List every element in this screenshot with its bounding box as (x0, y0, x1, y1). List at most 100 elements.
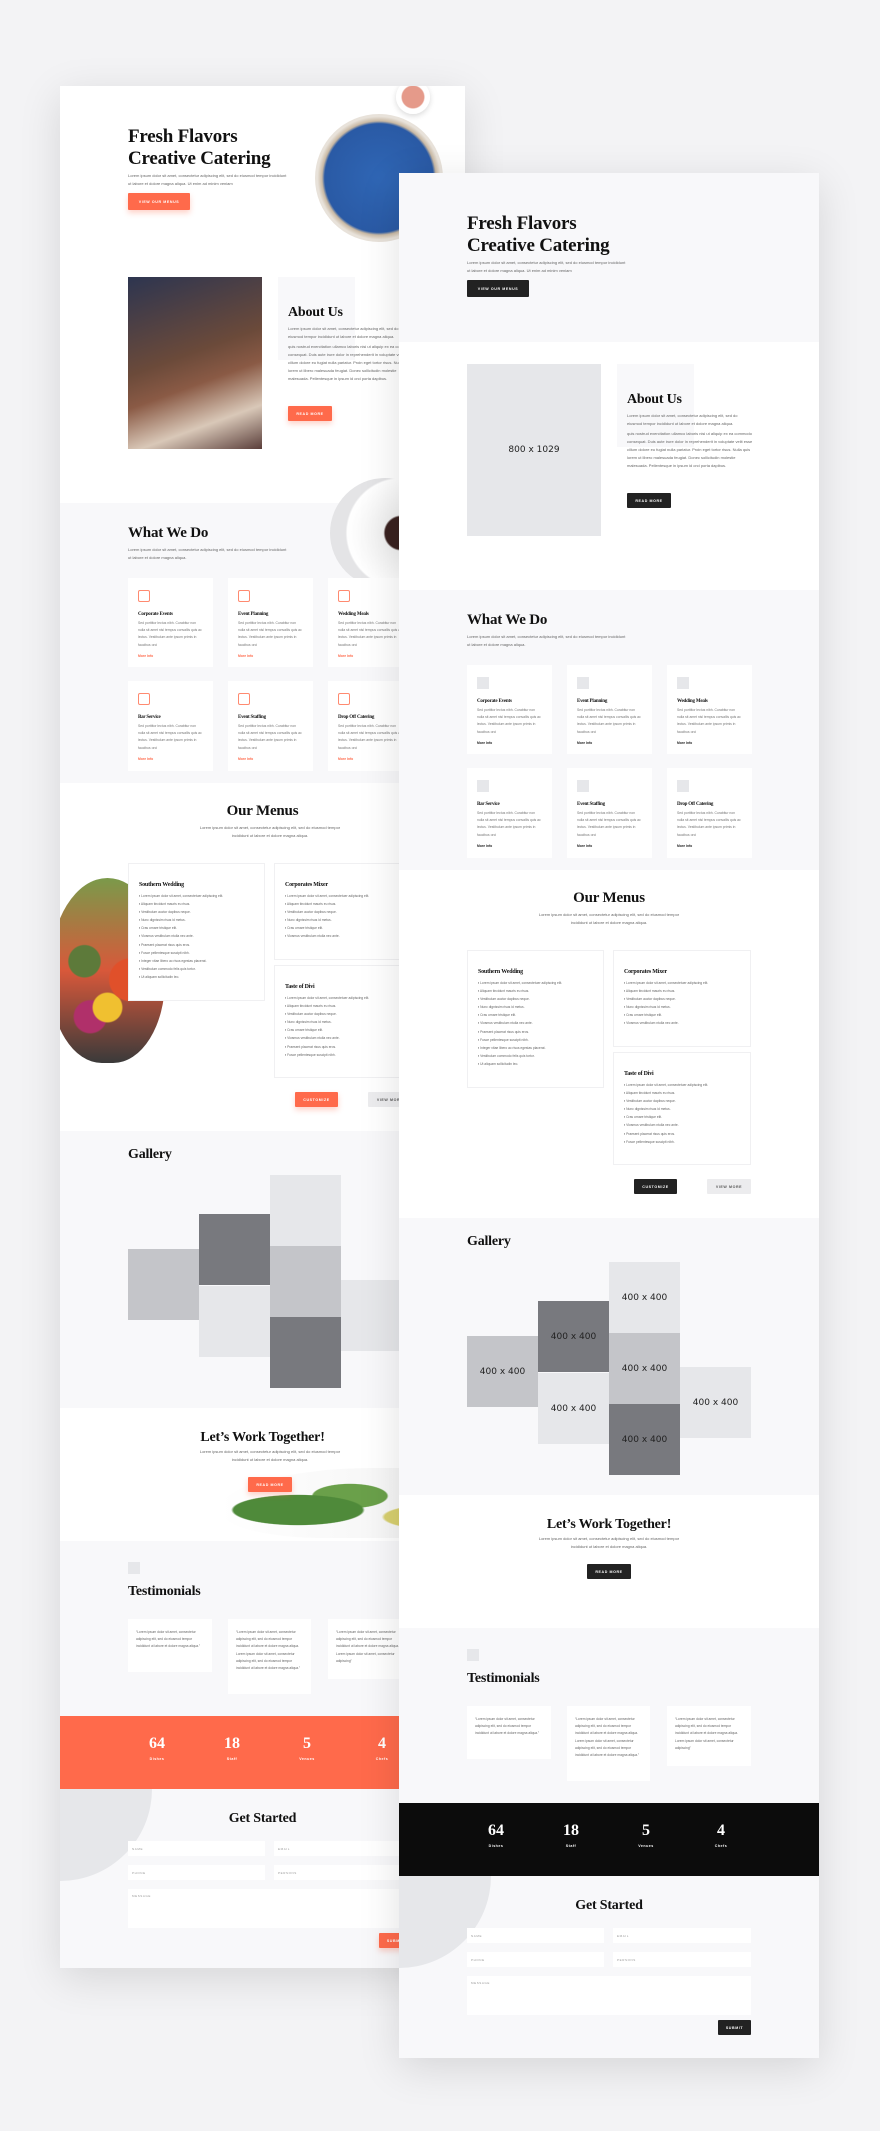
gallery-image[interactable]: 400 x 400 (609, 1404, 680, 1475)
what-we-do-title: What We Do (128, 525, 209, 541)
menu-list-item: Integer vitae libero ac risus egestas pl… (139, 957, 254, 965)
gallery-photo[interactable]: 400 x 400 (270, 1246, 341, 1317)
work-together-section: Let’s Work Together! Lorem ipsum dolor s… (399, 1495, 819, 1628)
staff-icon (238, 693, 250, 705)
menu-list-item: Lorem ipsum dolor sit amet, consectetuer… (285, 994, 401, 1002)
more-info-link[interactable]: More Info (477, 741, 542, 745)
menu-card: Southern Wedding Lorem ipsum dolor sit am… (128, 863, 265, 1001)
testimonials-title: Testimonials (467, 1671, 540, 1686)
work-read-more-button[interactable]: Read More (587, 1564, 631, 1579)
menu-list-item: Praesent placerat risus quis eros. (624, 1130, 740, 1138)
testimonial-card: “Lorem ipsum dolor sit amet, consectetur… (467, 1706, 551, 1759)
menu-list-item: Fusce pellentesque suscipit nibh. (624, 1138, 740, 1146)
service-card-title: Corporate Events (477, 699, 512, 704)
gallery-photo[interactable]: 400 x 400 (199, 1286, 270, 1357)
service-card-title: Drop Off Catering (677, 802, 714, 807)
service-card: Drop Off Catering Sed porttitor lectus ni… (667, 768, 752, 858)
more-info-link[interactable]: More Info (577, 844, 642, 848)
hero-title-line2: Creative Catering (467, 235, 610, 256)
name-field[interactable]: Name (128, 1841, 265, 1856)
service-card-title: Wedding Meals (677, 699, 708, 704)
more-info-link[interactable]: More Info (138, 654, 203, 658)
persons-field[interactable]: Persons (613, 1952, 751, 1967)
stat-label: Venues (638, 1844, 654, 1848)
testimonial-card: “Lorem ipsum dolor sit amet, consectetur… (128, 1619, 212, 1672)
service-card-text: Sed porttitor lectus nibh. Curabitur non… (577, 811, 641, 837)
menu-list-item: Lorem ipsum dolor sit amet, consectetuer… (478, 979, 593, 987)
gallery-photo[interactable]: 400 x 400 (199, 1214, 270, 1285)
service-card: Event Planning Sed porttitor lectus nibh.… (228, 578, 313, 667)
gallery-photo[interactable]: 400 x 400 (128, 1249, 199, 1320)
about-read-more-button[interactable]: Read More (627, 493, 671, 508)
name-field[interactable]: Name (467, 1928, 604, 1943)
submit-button[interactable]: Submit (718, 2020, 751, 2035)
more-info-link[interactable]: More Info (677, 741, 742, 745)
gallery-photo[interactable]: 400 x 400 (270, 1317, 341, 1388)
hero-title-line2: Creative Catering (128, 148, 271, 169)
gallery-image[interactable]: 400 x 400 (538, 1301, 609, 1372)
menus-text: Lorem ipsum dolor sit amet, consectetur … (538, 912, 680, 925)
gallery-image[interactable]: 400 x 400 (609, 1333, 680, 1404)
stat-value: 4 (717, 1822, 725, 1839)
menu-list-item: Nunc dignissim risus id metus. (139, 916, 254, 924)
about-paragraph-2: quis nostrud exercitation ullamco labori… (288, 344, 414, 381)
mockup-stage: Fresh Flavors Creative Catering Lorem ips… (0, 0, 880, 2131)
more-info-link[interactable]: More Info (338, 654, 403, 658)
view-more-button[interactable]: View More (707, 1179, 751, 1194)
cocktail-icon (477, 780, 489, 792)
hero-title: Fresh Flavors Creative Catering (128, 126, 348, 170)
work-read-more-button[interactable]: Read More (248, 1477, 292, 1492)
about-read-more-button[interactable]: Read More (288, 406, 332, 421)
phone-field[interactable]: Phone (467, 1952, 604, 1967)
menu-list-item: Vivamus vestibulum ntulla nec ante. (478, 1019, 593, 1027)
service-card-title: Event Staffing (577, 802, 605, 807)
menu-list-item: Aliquam tincidunt mauris eu risus. (624, 1089, 740, 1097)
menu-list-item: Praesent placerat risus quis eros. (139, 941, 254, 949)
gallery-image[interactable]: 400 x 400 (538, 1373, 609, 1444)
gallery-image[interactable]: 400 x 400 (680, 1367, 751, 1438)
more-info-link[interactable]: More Info (477, 844, 542, 848)
more-info-link[interactable]: More Info (238, 757, 303, 761)
stat-label: Dishes (149, 1757, 165, 1761)
view-menus-button[interactable]: View Our Menus (467, 280, 529, 297)
stats-section: 64 Dishes 18 Staff 5 Venues 4 Chefs (399, 1803, 819, 1876)
menu-list-item: Cras ornare tristique elit. (478, 1011, 593, 1019)
menu-list-item: Cras ornare tristique elit. (285, 1026, 401, 1034)
service-card-text: Sed porttitor lectus nibh. Curabitur non… (677, 811, 741, 837)
gallery-image[interactable]: 400 x 400 (609, 1262, 680, 1333)
gallery-photo[interactable]: 400 x 400 (270, 1175, 341, 1246)
customize-button[interactable]: Customize (295, 1092, 338, 1107)
more-info-link[interactable]: More Info (338, 757, 403, 761)
stat-counter: 64 Dishes (466, 1821, 526, 1848)
more-info-link[interactable]: More Info (138, 757, 203, 761)
persons-field[interactable]: Persons (274, 1865, 412, 1880)
stat-counter: 4 Chefs (691, 1821, 751, 1848)
menu-card-title: Southern Wedding (139, 882, 184, 888)
menu-list-item: Aliquam tincidunt mauris eu risus. (285, 1002, 401, 1010)
stat-value: 64 (488, 1822, 504, 1839)
view-menus-button[interactable]: View Our Menus (128, 193, 190, 210)
cake-icon (338, 590, 350, 602)
phone-field[interactable]: Phone (128, 1865, 265, 1880)
more-info-link[interactable]: More Info (238, 654, 303, 658)
gallery-image[interactable]: 400 x 400 (467, 1336, 538, 1407)
more-info-link[interactable]: More Info (577, 741, 642, 745)
message-field[interactable]: Message (128, 1889, 412, 1928)
staff-icon (577, 780, 589, 792)
email-field[interactable]: Email (613, 1928, 751, 1943)
service-card-text: Sed porttitor lectus nibh. Curabitur non… (238, 724, 302, 750)
menu-list-item: Nunc dignissim risus id metus. (285, 916, 401, 924)
testimonials-section: Testimonials “Lorem ipsum dolor sit amet… (399, 1628, 819, 1803)
work-together-text: Lorem ipsum dolor sit amet, consectetur … (538, 1536, 680, 1549)
message-field[interactable]: Message (467, 1976, 751, 2015)
menu-card-title: Southern Wedding (478, 969, 523, 975)
stat-label: Chefs (714, 1844, 728, 1848)
customize-button[interactable]: Customize (634, 1179, 677, 1194)
email-field[interactable]: Email (274, 1841, 412, 1856)
gallery-section: Gallery 400 x 400400 x 400400 x 400400 x… (399, 1218, 819, 1495)
more-info-link[interactable]: More Info (677, 844, 742, 848)
about-section: 800 x 1029 About Us Lorem ipsum dolor si… (399, 342, 819, 590)
menu-list-item: Praesent placerat risus quis eros. (478, 1028, 593, 1036)
service-card: Bar Service Sed porttitor lectus nibh. Cu… (128, 681, 213, 771)
menu-list-item: Aliquam tincidunt mauris eu risus. (285, 900, 401, 908)
